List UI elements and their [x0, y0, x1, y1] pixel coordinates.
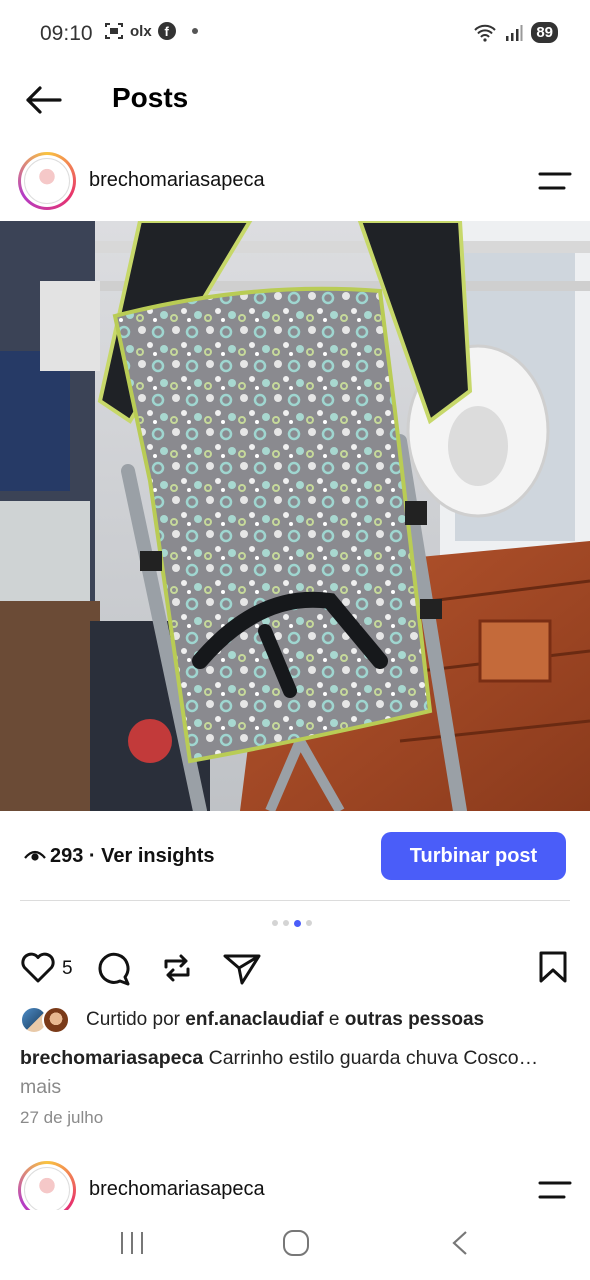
post-menu-button[interactable]	[538, 170, 572, 192]
liked-by-prefix: Curtido por	[86, 1009, 186, 1030]
stroller-photo	[0, 221, 590, 811]
repost-icon[interactable]	[160, 950, 194, 986]
divider	[20, 900, 570, 901]
boost-post-button[interactable]: Turbinar post	[381, 832, 566, 880]
next-post-username[interactable]: brechomariasapeca	[89, 1178, 265, 1201]
likes-count[interactable]: 5	[62, 958, 73, 980]
system-nav-bar	[0, 1210, 590, 1280]
post-image[interactable]	[0, 221, 590, 811]
olx-icon: olx	[130, 22, 152, 40]
avatar-logo-image	[24, 158, 70, 204]
signal-icon	[506, 24, 523, 41]
post-username[interactable]: brechomariasapeca	[89, 169, 265, 192]
status-bar: 09:10 olx f 89	[0, 0, 590, 70]
caption-username[interactable]: brechomariasapeca	[20, 1047, 203, 1069]
menu-icon	[538, 1181, 572, 1199]
share-icon[interactable]	[222, 952, 262, 986]
carousel-dot	[306, 920, 312, 926]
notification-icons: olx f	[104, 22, 198, 40]
top-bar: Posts	[0, 70, 590, 130]
liked-avatars	[20, 1005, 76, 1035]
next-post-menu-button[interactable]	[538, 1179, 572, 1201]
carousel-indicator	[272, 919, 312, 927]
caption-more-link[interactable]: mais	[20, 1076, 61, 1098]
screenshot-icon	[105, 23, 123, 39]
battery-indicator: 89	[531, 22, 558, 43]
back-button[interactable]	[22, 82, 66, 118]
back-arrow-icon	[26, 86, 62, 114]
comment-icon[interactable]	[95, 951, 131, 987]
carousel-dot	[272, 920, 278, 926]
post-header: brechomariasapeca	[0, 150, 590, 212]
post-actions: 5	[0, 948, 590, 988]
avatar-logo-image	[24, 1167, 70, 1213]
caption-text: Carrinho estilo guarda chuva Cosco	[203, 1047, 519, 1069]
liked-by-others[interactable]: outras pessoas	[345, 1009, 484, 1031]
wifi-icon	[474, 24, 497, 42]
liked-by-row[interactable]: Curtido por enf.anaclaudiaf e outras pes…	[20, 1005, 484, 1035]
insights-row: 293 · Ver insights Turbinar post	[0, 832, 590, 880]
save-bookmark-icon[interactable]	[538, 950, 568, 984]
liked-by-middle: e	[323, 1009, 345, 1030]
view-insights-link[interactable]: 293 · Ver insights	[50, 845, 215, 868]
liker-avatar	[42, 1006, 70, 1034]
recent-apps-icon[interactable]	[118, 1230, 146, 1256]
caption-ellipsis: …	[518, 1047, 539, 1069]
post-date: 27 de julho	[20, 1108, 104, 1127]
page-title: Posts	[112, 82, 189, 113]
system-icons: 89	[473, 22, 558, 43]
back-nav-icon[interactable]	[450, 1230, 470, 1256]
facebook-icon: f	[157, 22, 176, 40]
dot-icon	[191, 28, 198, 34]
home-icon[interactable]	[282, 1230, 310, 1256]
menu-icon	[538, 172, 572, 190]
liked-by-user[interactable]: enf.anaclaudiaf	[185, 1009, 323, 1031]
status-time: 09:10	[40, 22, 93, 45]
carousel-dot	[283, 920, 289, 926]
eye-icon	[24, 850, 46, 861]
like-icon[interactable]	[20, 952, 56, 984]
avatar[interactable]	[18, 152, 76, 210]
carousel-dot-active	[294, 919, 301, 927]
post-caption: brechomariasapeca Carrinho estilo guarda…	[20, 1044, 570, 1102]
